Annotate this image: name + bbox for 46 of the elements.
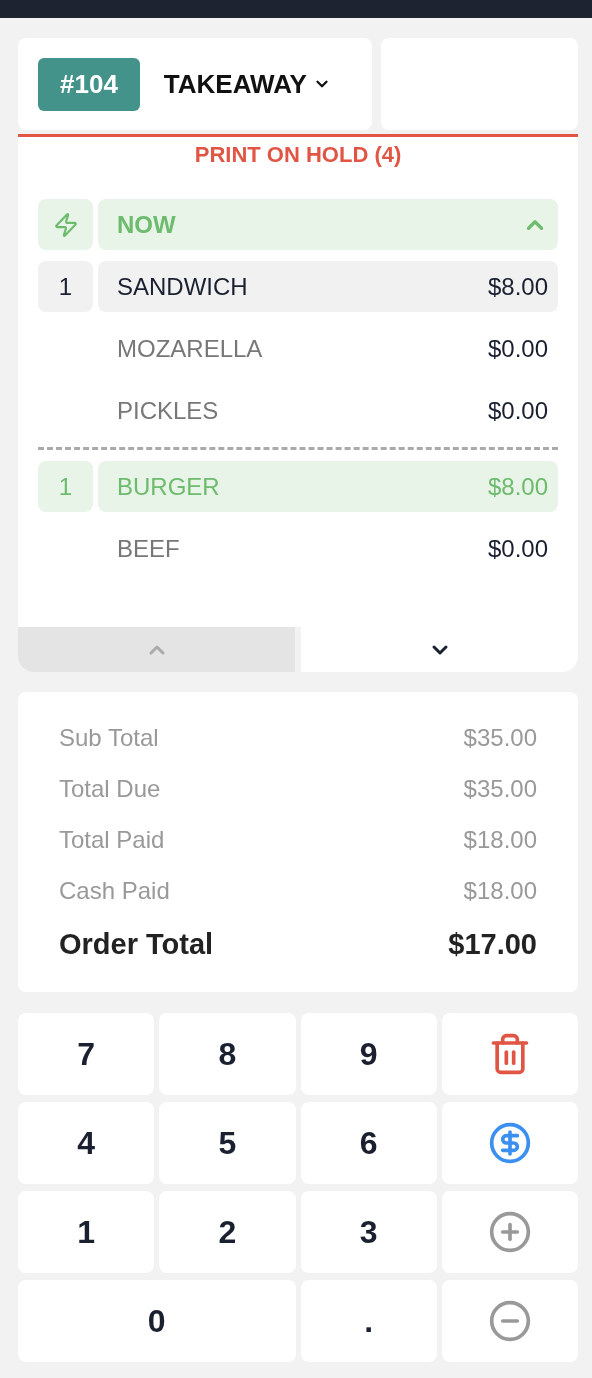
keypad-key[interactable]: 5	[159, 1102, 296, 1184]
group-label: NOW	[117, 210, 176, 239]
item-price: $8.00	[487, 472, 548, 501]
total-label: Order Total	[59, 927, 214, 961]
keypad-key[interactable]: 7	[18, 1013, 155, 1095]
modifier-price: $0.00	[487, 534, 548, 563]
modifier-name: PICKLES	[117, 396, 219, 425]
quantity: 1	[58, 472, 73, 501]
total-value: $17.00	[448, 927, 537, 961]
quantity: 1	[58, 272, 73, 301]
item-row[interactable]: SANDWICH $8.00	[98, 261, 558, 312]
dollar-key[interactable]	[441, 1102, 578, 1184]
keypad-key[interactable]: 1	[18, 1191, 155, 1273]
trash-key[interactable]	[441, 1013, 578, 1095]
minus-key[interactable]	[441, 1280, 578, 1362]
item-price: $8.00	[487, 272, 548, 301]
modifier-name: BEEF	[117, 534, 180, 563]
hold-notice: PRINT ON HOLD (4)	[194, 141, 402, 168]
modifier-name: MOZARELLA	[117, 334, 263, 363]
plus-key[interactable]	[441, 1191, 578, 1273]
order-number: #104	[38, 57, 140, 111]
total-value: $35.00	[463, 774, 537, 803]
total-value: $18.00	[463, 876, 537, 905]
total-label: Cash Paid	[59, 876, 170, 905]
keypad-key[interactable]: 9	[300, 1013, 437, 1095]
modifier-price: $0.00	[487, 396, 548, 425]
plus-icon	[487, 1210, 532, 1254]
minus-icon	[487, 1299, 532, 1343]
total-label: Total Due	[59, 774, 161, 803]
lightning-icon	[52, 211, 79, 238]
item-name: BURGER	[117, 472, 220, 501]
total-value: $35.00	[463, 723, 537, 752]
order-type-dropdown[interactable]: TAKEAWAY	[163, 68, 331, 100]
keypad-key[interactable]: 0	[18, 1280, 296, 1362]
keypad-key[interactable]: 2	[159, 1191, 296, 1273]
total-label: Sub Total	[59, 723, 159, 752]
keypad-key[interactable]: .	[300, 1280, 437, 1362]
modifier-price: $0.00	[487, 334, 548, 363]
keypad-key[interactable]: 6	[300, 1102, 437, 1184]
total-label: Total Paid	[59, 825, 165, 854]
keypad-key[interactable]: 8	[159, 1013, 296, 1095]
keypad-key[interactable]: 3	[300, 1191, 437, 1273]
keypad-key[interactable]: 4	[18, 1102, 155, 1184]
item-name: SANDWICH	[117, 272, 248, 301]
dollar-icon	[487, 1121, 532, 1165]
total-value: $18.00	[463, 825, 537, 854]
